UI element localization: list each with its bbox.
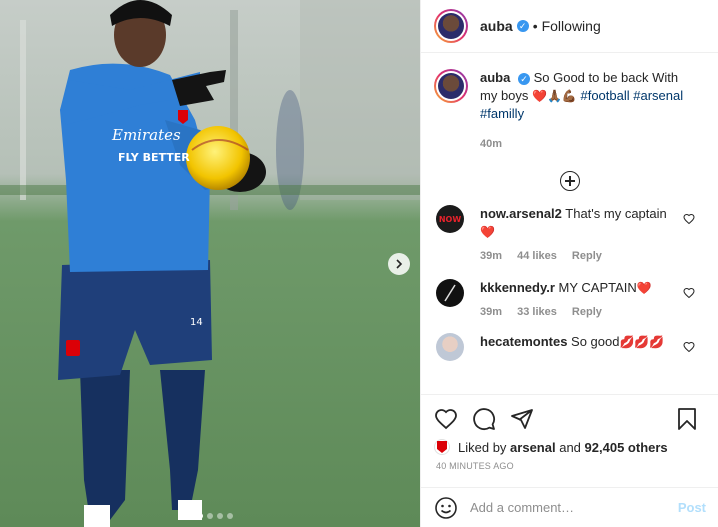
heart-icon[interactable] bbox=[683, 213, 695, 225]
caption-emojis: ❤️🙏🏾💪🏾 bbox=[532, 89, 577, 103]
commenter-avatar[interactable] bbox=[436, 279, 464, 307]
reply-button[interactable]: Reply bbox=[572, 306, 602, 318]
post-actions: Liked by arsenal and 92,405 others 40 MI… bbox=[421, 394, 718, 527]
commenter-username[interactable]: now.arsenal2 bbox=[480, 206, 562, 221]
post-caption: auba ✓ So Good to be back With my boys ❤… bbox=[421, 54, 718, 153]
commenter-username[interactable]: kkkennedy.r bbox=[480, 280, 555, 295]
comment-time[interactable]: 39m bbox=[480, 306, 502, 318]
arsenal-crest-icon[interactable] bbox=[434, 439, 450, 455]
verified-badge-icon: ✓ bbox=[516, 20, 529, 32]
carousel-dot bbox=[217, 513, 223, 519]
comment-likes[interactable]: 44 likes bbox=[517, 250, 557, 262]
reply-button[interactable]: Reply bbox=[572, 250, 602, 262]
post-media[interactable]: Emirates FLY BETTER 14 bbox=[0, 0, 420, 527]
comments-section[interactable]: auba ✓ So Good to be back With my boys ❤… bbox=[421, 54, 718, 394]
comment-input[interactable] bbox=[470, 500, 678, 515]
heart-icon[interactable] bbox=[683, 287, 695, 299]
post-timestamp[interactable]: 40 MINUTES AGO bbox=[421, 459, 718, 471]
comment-likes[interactable]: 33 likes bbox=[517, 306, 557, 318]
post-side-panel: auba ✓ • Following auba ✓ So Good to be … bbox=[420, 0, 718, 527]
shorts-number: 14 bbox=[190, 317, 203, 328]
caption-author-avatar[interactable] bbox=[434, 69, 468, 103]
hashtag-familly[interactable]: #familly bbox=[480, 106, 524, 121]
comment-text: That's my captain bbox=[565, 206, 667, 221]
carousel-dot bbox=[207, 513, 213, 519]
hashtag-arsenal[interactable]: #arsenal bbox=[633, 88, 683, 103]
carousel-dot bbox=[187, 513, 193, 519]
commenter-avatar[interactable]: NOW bbox=[436, 205, 464, 233]
comment-text: So good bbox=[571, 334, 620, 349]
comment-item: kkkennedy.r MY CAPTAIN❤️ 39m 33 likes Re… bbox=[421, 279, 718, 321]
carousel-next-button[interactable] bbox=[388, 253, 410, 275]
header-separator: • bbox=[532, 18, 538, 34]
comment-time[interactable]: 39m bbox=[480, 250, 502, 262]
post-comment-button[interactable]: Post bbox=[678, 500, 706, 515]
hashtag-football[interactable]: #football bbox=[580, 88, 629, 103]
likes-prefix: Liked by bbox=[458, 439, 507, 455]
likes-summary: Liked by arsenal and 92,405 others bbox=[421, 435, 718, 459]
post-header: auba ✓ • Following bbox=[421, 0, 718, 53]
shirt-sponsor-tagline: FLY BETTER bbox=[118, 151, 190, 164]
comment-emoji: ❤️ bbox=[480, 225, 495, 239]
comment-item: hecatemontes So good💋💋💋 bbox=[421, 333, 718, 361]
comment-text: MY CAPTAIN bbox=[558, 280, 637, 295]
post-photo: Emirates FLY BETTER 14 bbox=[0, 0, 420, 527]
commenter-avatar[interactable] bbox=[436, 333, 464, 361]
add-comment-bar: Post bbox=[421, 487, 718, 527]
likes-joiner: and bbox=[559, 439, 581, 455]
caption-username[interactable]: auba bbox=[480, 70, 510, 85]
chevron-right-icon bbox=[396, 259, 403, 269]
comment-item: NOW now.arsenal2 That's my captain ❤️ 39… bbox=[421, 205, 718, 265]
comment-emoji: 💋💋💋 bbox=[619, 335, 665, 349]
action-bar bbox=[421, 395, 718, 435]
liked-by-user[interactable]: arsenal bbox=[510, 440, 556, 455]
verified-badge-icon: ✓ bbox=[517, 73, 530, 85]
caption-time[interactable]: 40m bbox=[480, 138, 502, 150]
share-send-icon[interactable] bbox=[510, 407, 534, 431]
following-button[interactable]: Following bbox=[542, 18, 601, 34]
plus-circle-icon[interactable] bbox=[560, 171, 580, 191]
shirt-sponsor-text: Emirates bbox=[111, 126, 181, 144]
carousel-dot bbox=[227, 513, 233, 519]
now-arsenal-logo-text: NOW bbox=[438, 214, 462, 224]
comment-emoji: ❤️ bbox=[636, 281, 652, 295]
load-more-comments[interactable] bbox=[421, 171, 718, 191]
bookmark-icon[interactable] bbox=[675, 407, 699, 431]
like-heart-icon[interactable] bbox=[434, 407, 458, 431]
heart-icon[interactable] bbox=[683, 341, 695, 353]
avatar-image bbox=[444, 284, 456, 302]
author-username[interactable]: auba bbox=[480, 18, 513, 34]
commenter-username[interactable]: hecatemontes bbox=[480, 334, 567, 349]
carousel-dot-active bbox=[197, 513, 203, 519]
carousel-indicator bbox=[0, 513, 420, 519]
comment-bubble-icon[interactable] bbox=[472, 407, 496, 431]
author-avatar[interactable] bbox=[434, 9, 468, 43]
likes-count[interactable]: 92,405 others bbox=[585, 440, 668, 455]
emoji-smiley-icon[interactable] bbox=[434, 496, 458, 520]
